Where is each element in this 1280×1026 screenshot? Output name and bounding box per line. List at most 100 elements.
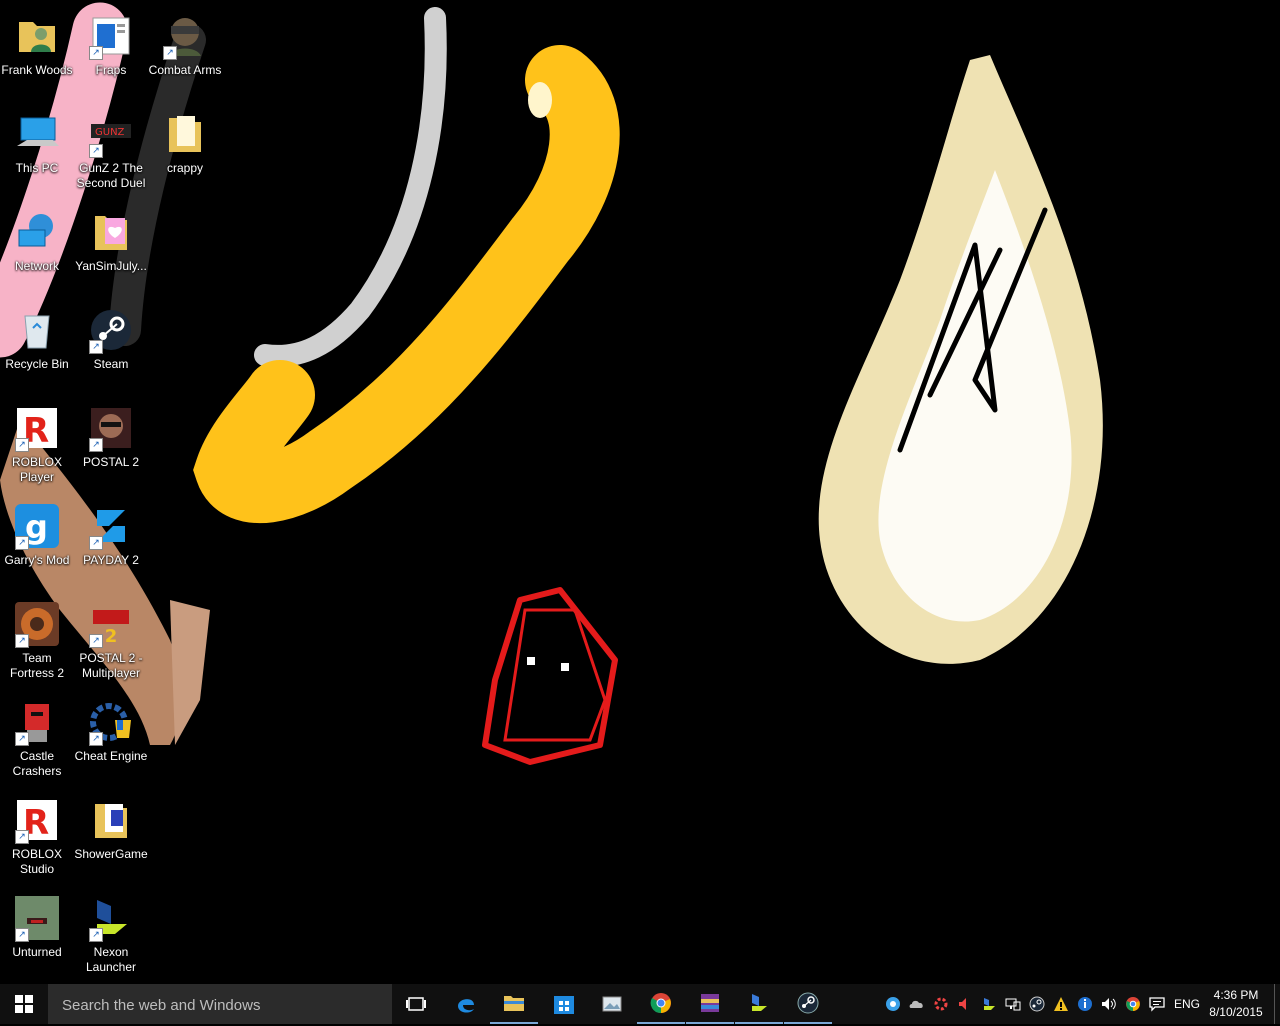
red-face-right-eye <box>561 663 569 671</box>
desktop-icon-label: Steam <box>93 357 129 371</box>
desktop-icon-label: POSTAL 2 - Multiplayer <box>79 651 143 680</box>
desktop-icon-frank-woods[interactable]: Frank Woods <box>0 8 74 102</box>
task-view-button[interactable] <box>392 984 440 1024</box>
shortcut-arrow-icon: ↗ <box>89 634 103 648</box>
yellow-highlight <box>528 82 552 118</box>
grey-paint-stroke <box>254 7 447 367</box>
tray-app-icon[interactable] <box>933 996 949 1012</box>
taskbar-steam-button[interactable] <box>784 984 832 1024</box>
shortcut-arrow-icon: ↗ <box>15 438 29 452</box>
start-button[interactable] <box>0 984 48 1024</box>
desktop-icon-label: Team Fortress 2 <box>9 651 64 680</box>
desktop-icon-steam[interactable]: ↗ Steam <box>74 302 148 396</box>
nexon-icon <box>752 994 767 1011</box>
desktop-icon-postal-2-multiplayer[interactable]: 2 ↗ POSTAL 2 - Multiplayer <box>74 596 148 690</box>
shortcut-arrow-icon: ↗ <box>89 438 103 452</box>
tray-sound-alert-icon[interactable] <box>957 996 973 1012</box>
desktop-icon-combat-arms[interactable]: ↗ Combat Arms <box>148 8 222 102</box>
message-icon <box>1149 997 1165 1012</box>
desktop-icon-label: Unturned <box>12 945 62 959</box>
search-box[interactable] <box>48 984 392 1026</box>
desktop-icon-label: ROBLOX Studio <box>11 847 62 876</box>
shortcut-arrow-icon: ↗ <box>89 536 103 550</box>
desktop-icon-label: Fraps <box>95 63 127 77</box>
warning-icon <box>1054 997 1068 1011</box>
shortcut-arrow-icon: ↗ <box>163 46 177 60</box>
taskbar-clock[interactable]: 4:36 PM 8/10/2015 <box>1204 987 1268 1021</box>
taskbar-nexon-button[interactable] <box>735 984 783 1024</box>
desktop-icon-payday-2[interactable]: ↗ PAYDAY 2 <box>74 498 148 592</box>
globe-icon <box>886 997 900 1011</box>
shortcut-arrow-icon: ↗ <box>15 732 29 746</box>
tray-app-icon[interactable] <box>885 996 901 1012</box>
svg-text:GUNZ: GUNZ <box>95 127 125 138</box>
desktop-icon-roblox-studio[interactable]: R ↗ ROBLOX Studio <box>0 792 74 886</box>
desktop-icon-garrys-mod[interactable]: g ↗ Garry's Mod <box>0 498 74 592</box>
nexon-icon <box>984 998 995 1010</box>
desktop-icon-gunz-2[interactable]: GUNZ ↗ GunZ 2 The Second Duel <box>74 106 148 200</box>
clock-time: 4:36 PM <box>1213 988 1259 1002</box>
desktop-icon-postal-2[interactable]: ↗ POSTAL 2 <box>74 400 148 494</box>
svg-text:2: 2 <box>105 626 118 647</box>
desktop-icon-roblox-player[interactable]: R ↗ ROBLOX Player <box>0 400 74 494</box>
desktop-icon-label: Garry's Mod <box>4 553 70 567</box>
tray-warning-icon[interactable] <box>1053 996 1069 1012</box>
speaker-icon <box>959 998 966 1010</box>
desktop-icon-label: Cheat Engine <box>74 749 148 763</box>
desktop-icon-recycle-bin[interactable]: Recycle Bin <box>0 302 74 396</box>
tray-steam-icon[interactable] <box>1029 996 1045 1012</box>
network-icon <box>1005 998 1021 1011</box>
desktop-icon-label: crappy <box>166 161 204 175</box>
tray-chrome-icon[interactable] <box>1125 996 1141 1012</box>
computer-icon <box>17 117 59 146</box>
show-desktop-button[interactable] <box>1274 984 1280 1024</box>
desktop-icon-network[interactable]: Network <box>0 204 74 298</box>
desktop-icon-team-fortress-2[interactable]: ↗ Team Fortress 2 <box>0 596 74 690</box>
recycle-bin-icon <box>24 315 50 349</box>
tray-info-icon[interactable] <box>1077 996 1093 1012</box>
desktop-icon-label: GunZ 2 The Second Duel <box>76 161 146 190</box>
shortcut-arrow-icon: ↗ <box>15 928 29 942</box>
file-explorer-icon <box>504 996 524 1011</box>
shortcut-arrow-icon: ↗ <box>89 144 103 158</box>
desktop-icon-fraps[interactable]: ↗ Fraps <box>74 8 148 102</box>
shortcut-arrow-icon: ↗ <box>15 830 29 844</box>
desktop-icon-showergame[interactable]: ShowerGame <box>74 792 148 886</box>
shortcut-arrow-icon: ↗ <box>15 536 29 550</box>
taskbar-gallery-button[interactable] <box>588 984 636 1024</box>
tray-network-icon[interactable] <box>1005 996 1021 1012</box>
info-icon <box>1078 997 1092 1011</box>
desktop-icon-unturned[interactable]: ↗ Unturned <box>0 890 74 984</box>
desktop-icon-label: YanSimJuly... <box>75 259 147 273</box>
tray-action-center-icon[interactable] <box>1149 996 1165 1012</box>
user-folder-icon <box>19 22 55 52</box>
document-folder-icon <box>95 804 127 838</box>
taskbar-chrome-button[interactable] <box>637 984 685 1024</box>
taskbar-winrar-button[interactable] <box>686 984 734 1024</box>
desktop-icon-yansimjuly[interactable]: YanSimJuly... <box>74 204 148 298</box>
search-input[interactable] <box>60 984 384 1026</box>
desktop-icon-this-pc[interactable]: This PC <box>0 106 74 200</box>
taskbar-file-explorer-button[interactable] <box>490 984 538 1024</box>
taskbar-store-button[interactable] <box>540 984 588 1024</box>
desktop-icon-castle-crashers[interactable]: ↗ Castle Crashers <box>0 694 74 788</box>
desktop-icon-nexon-launcher[interactable]: ↗ Nexon Launcher <box>74 890 148 984</box>
clock-date: 8/10/2015 <box>1209 1005 1263 1019</box>
desktop-icon-crappy[interactable]: crappy <box>148 106 222 200</box>
shortcut-arrow-icon: ↗ <box>15 634 29 648</box>
tray-nexon-icon[interactable] <box>981 996 997 1012</box>
desktop-icon-label: Recycle Bin <box>5 357 69 371</box>
network-icon <box>18 214 53 247</box>
input-language-indicator[interactable]: ENG <box>1174 984 1200 1024</box>
windows-logo-icon <box>15 995 33 1013</box>
gear-icon <box>934 997 948 1011</box>
shortcut-arrow-icon: ↗ <box>89 46 103 60</box>
tray-onedrive-icon[interactable] <box>909 996 925 1012</box>
taskbar-edge-button[interactable] <box>442 984 490 1024</box>
shortcut-arrow-icon: ↗ <box>89 928 103 942</box>
winrar-icon <box>701 994 719 1012</box>
desktop-icon-cheat-engine[interactable]: ↗ Cheat Engine <box>74 694 148 788</box>
tray-volume-icon[interactable] <box>1101 996 1117 1012</box>
shortcut-arrow-icon: ↗ <box>89 732 103 746</box>
task-view-icon <box>406 997 426 1011</box>
